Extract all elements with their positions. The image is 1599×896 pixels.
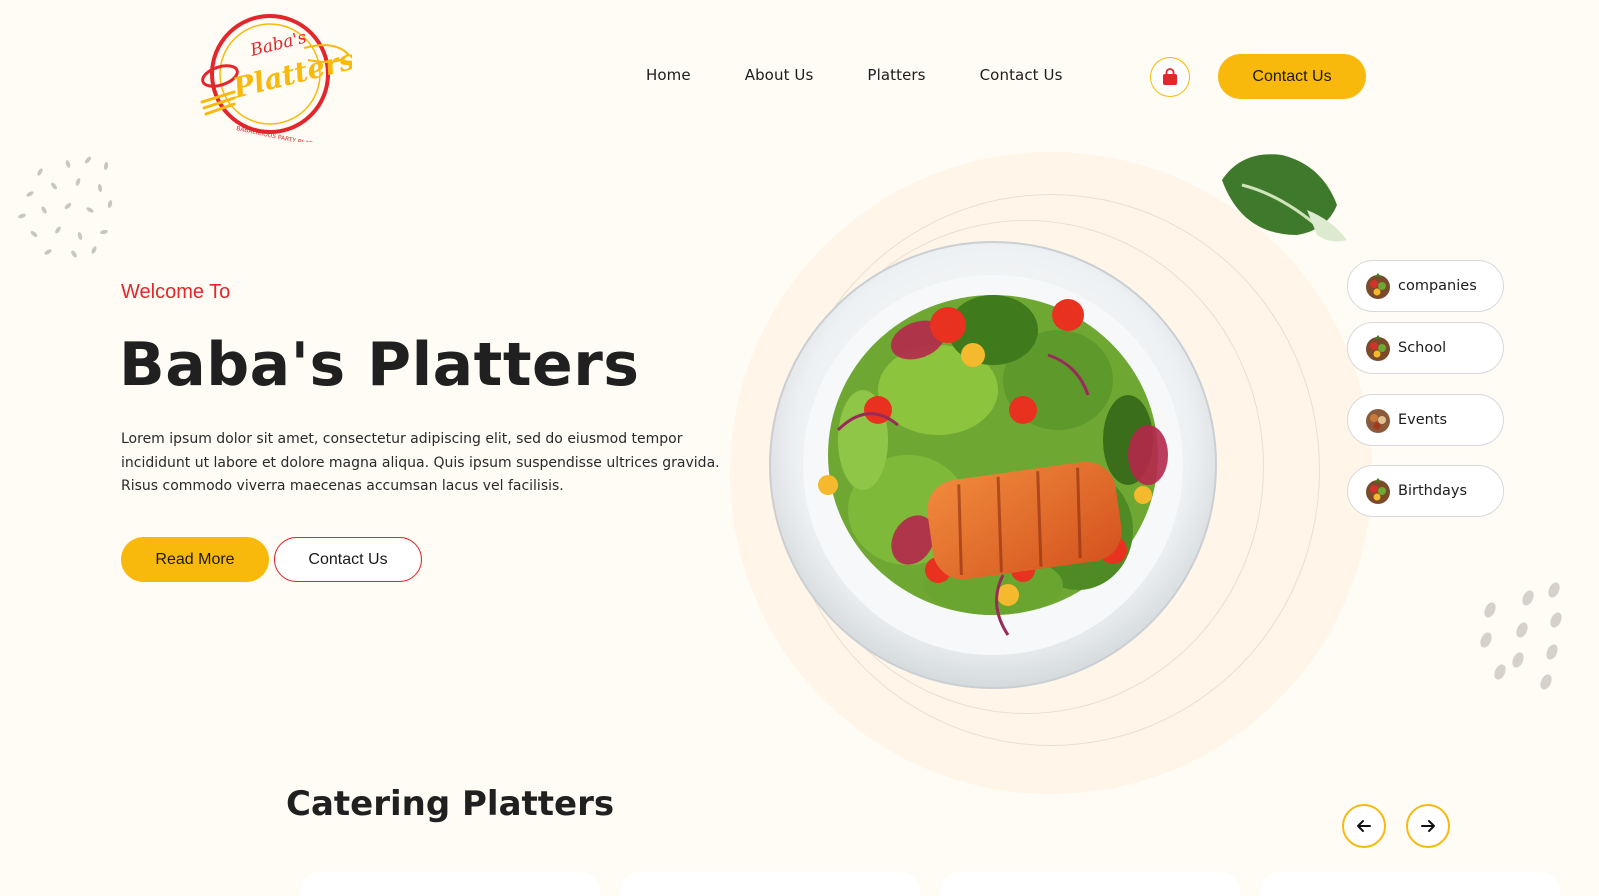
category-label: companies [1398,278,1477,294]
platter-card[interactable] [300,872,600,896]
platter-card[interactable] [940,872,1240,896]
decorative-dots-right [1480,582,1562,690]
platter-icon [1366,409,1390,433]
cart-button[interactable] [1150,57,1190,97]
nav-home[interactable]: Home [646,66,691,84]
platter-icon [1366,273,1390,299]
bok-choy-leaf-decoration [1222,154,1347,242]
salmon-salad-plate-image [769,241,1217,689]
category-school[interactable]: School [1347,322,1504,374]
platter-icon [1366,478,1390,504]
nav-platters[interactable]: Platters [867,66,925,84]
babas-platters-logo[interactable]: Baba's Platters BABALICIOUS PARTY PLATTE… [200,10,352,142]
category-label: Events [1398,412,1448,428]
logo-main-text: Platters [229,43,352,105]
platter-card[interactable] [1260,872,1560,896]
arrow-left-icon [1357,820,1371,832]
category-label: Birthdays [1398,483,1468,499]
platter-icon [1366,335,1390,361]
read-more-button[interactable]: Read More [121,537,269,582]
hero-welcome-text: Welcome To [121,281,231,303]
header-contact-button[interactable]: Contact Us [1218,54,1366,99]
hero-contact-button[interactable]: Contact Us [274,537,422,582]
shopping-bag-icon [1163,68,1177,85]
arrow-right-icon [1421,820,1435,832]
carousel-prev-button[interactable] [1342,804,1386,848]
category-companies[interactable]: companies [1347,260,1504,312]
section-title: Catering Platters [286,784,615,824]
carousel-next-button[interactable] [1406,804,1450,848]
main-nav: Home About Us Platters Contact Us [646,66,1063,84]
logo-tagline: BABALICIOUS PARTY PLATTERS [236,125,328,142]
category-label: School [1398,340,1447,356]
hero-title: Baba's Platters [119,330,640,400]
category-events[interactable]: Events [1347,394,1504,446]
platter-card[interactable] [620,872,920,896]
nav-contact-us[interactable]: Contact Us [980,66,1063,84]
category-birthdays[interactable]: Birthdays [1347,465,1504,517]
decorative-dots-left [18,156,113,258]
hero-description: Lorem ipsum dolor sit amet, consectetur … [121,431,720,494]
nav-about-us[interactable]: About Us [745,66,814,84]
